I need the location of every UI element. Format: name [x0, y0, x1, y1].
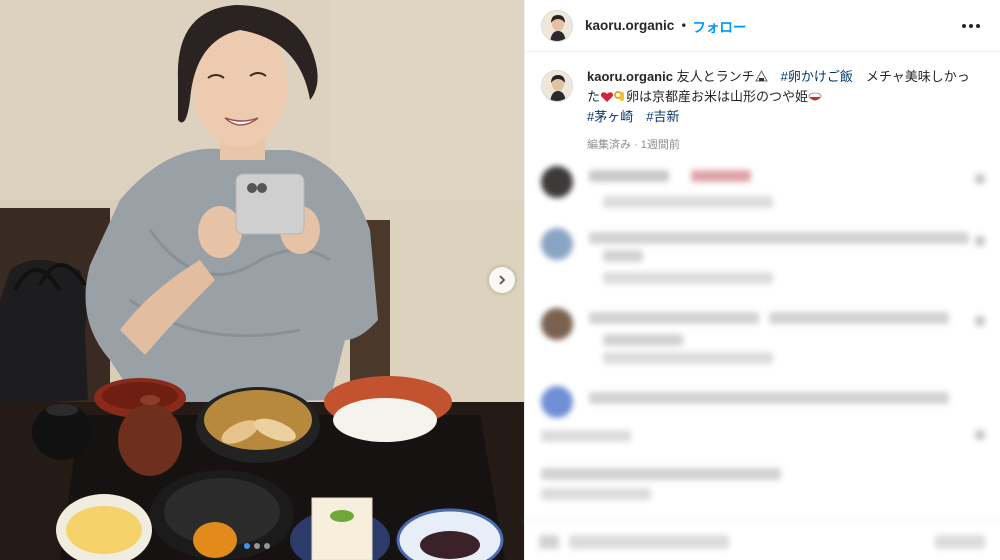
heart-icon[interactable] — [975, 316, 985, 326]
post-caption: kaoru.organic 友人とランチ #卵かけご飯 メチャ美味しかった 卵は京… — [541, 68, 991, 152]
carousel-dot — [264, 543, 270, 549]
caption-username[interactable]: kaoru.organic — [587, 69, 673, 84]
post-sidebar: kaoru.organic • フォロー kaoru.organic 友人とラン… — [524, 0, 1000, 560]
carousel-indicator — [244, 543, 270, 549]
comment-item[interactable] — [541, 460, 991, 520]
more-horizontal-icon — [962, 23, 966, 28]
rice-bowl-icon — [808, 90, 822, 108]
post-timestamp: 編集済み · 1週間前 — [587, 139, 680, 151]
post-header: kaoru.organic • フォロー — [525, 0, 1000, 52]
avatar — [541, 166, 573, 198]
action-bar[interactable] — [525, 520, 1000, 560]
instagram-post-view: kaoru.organic • フォロー kaoru.organic 友人とラン… — [0, 0, 1000, 560]
header-username[interactable]: kaoru.organic — [585, 18, 674, 33]
hashtag-link[interactable]: #卵かけご飯 — [781, 69, 853, 84]
avatar-image — [542, 10, 572, 41]
ok-hand-icon — [614, 90, 626, 108]
heart-icon[interactable] — [975, 430, 985, 440]
avatar-image — [542, 71, 572, 101]
comment-item[interactable] — [541, 386, 991, 446]
carousel-next-button[interactable] — [489, 267, 515, 293]
comment-item[interactable] — [541, 166, 991, 226]
more-horizontal-icon — [976, 23, 980, 28]
carousel-dot — [254, 543, 260, 549]
comment-item[interactable] — [541, 228, 991, 288]
hashtag-link[interactable]: #茅ヶ崎 — [587, 109, 633, 124]
caption-avatar[interactable] — [541, 70, 573, 102]
heart-icon — [600, 90, 614, 108]
heart-icon[interactable] — [975, 236, 985, 246]
avatar — [541, 386, 573, 418]
comment-item[interactable] — [541, 308, 991, 368]
lunch-photo-illustration — [0, 0, 524, 560]
post-photo — [0, 0, 524, 560]
more-horizontal-icon — [969, 23, 973, 28]
carousel-dot — [244, 543, 250, 549]
caption-text-3: 卵は京都産お米は山形のつや姫 — [626, 89, 809, 104]
follow-button[interactable]: フォロー — [692, 16, 746, 36]
caption-text: kaoru.organic 友人とランチ #卵かけご飯 メチャ美味しかった 卵は京… — [587, 68, 977, 126]
onigiri-icon — [754, 69, 768, 88]
header-separator: • — [680, 18, 688, 33]
caption-text-1: 友人とランチ — [672, 69, 755, 84]
avatar — [541, 228, 573, 260]
heart-icon[interactable] — [975, 174, 985, 184]
caption-body: kaoru.organic 友人とランチ #卵かけご飯 メチャ美味しかった 卵は京… — [587, 68, 977, 152]
hashtag-link[interactable]: #吉新 — [646, 109, 679, 124]
avatar[interactable] — [541, 9, 573, 42]
more-options-button[interactable] — [958, 20, 984, 32]
avatar — [541, 308, 573, 340]
chevron-right-icon — [499, 275, 506, 285]
